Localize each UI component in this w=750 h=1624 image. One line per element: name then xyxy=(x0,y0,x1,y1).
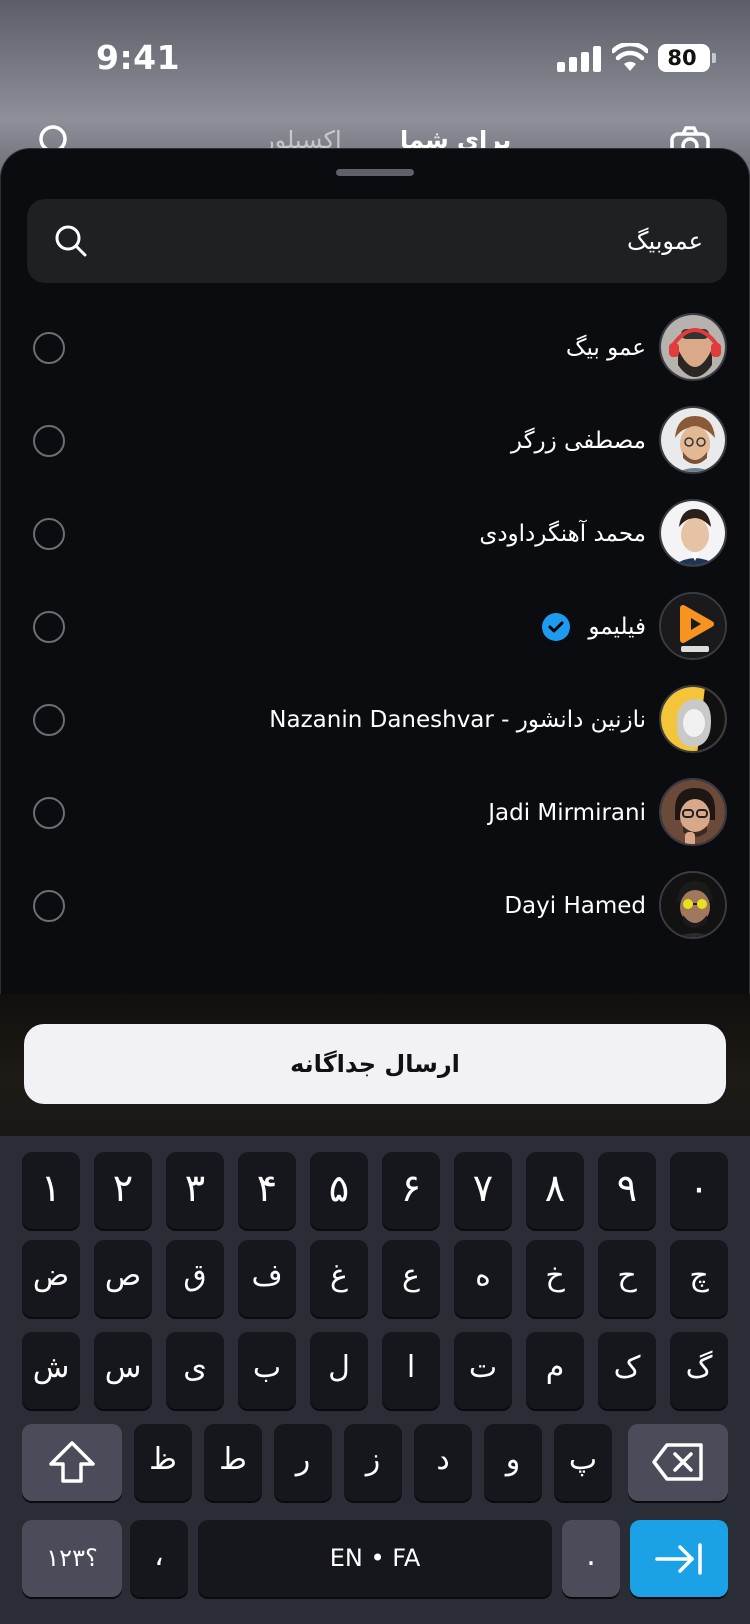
avatar xyxy=(659,313,727,381)
key[interactable]: ح xyxy=(598,1240,656,1317)
key[interactable]: ل xyxy=(310,1332,368,1409)
share-sheet: عموبیگ عمو بیگ مصطفی زرگر محمد آهنگرداود… xyxy=(0,148,750,994)
key[interactable]: ۲ xyxy=(94,1152,152,1229)
wifi-icon xyxy=(612,43,648,71)
key[interactable]: غ xyxy=(310,1240,368,1317)
enter-arrow-icon xyxy=(655,1543,702,1575)
contact-row[interactable]: مصطفی زرگر xyxy=(1,397,750,487)
key[interactable]: پ xyxy=(554,1424,612,1501)
contact-row[interactable]: فیلیمو xyxy=(1,583,750,673)
numbers-key[interactable]: ؟۱۲۳ xyxy=(22,1520,122,1597)
key[interactable]: ک xyxy=(598,1332,656,1409)
contact-row[interactable]: Jadi Mirmirani xyxy=(1,769,750,859)
keyboard: ۱ ۲ ۳ ۴ ۵ ۶ ۷ ۸ ۹ ۰ ض ص ق ف غ ع ه خ ح چ … xyxy=(0,1136,750,1624)
key[interactable]: ۵ xyxy=(310,1152,368,1229)
backspace-key[interactable] xyxy=(628,1424,728,1501)
backspace-icon xyxy=(652,1443,703,1481)
comma-key[interactable]: ، xyxy=(130,1520,188,1597)
verified-badge-icon xyxy=(542,613,570,641)
key[interactable]: ۸ xyxy=(526,1152,584,1229)
contact-row[interactable]: نازنین دانشور - Nazanin Daneshvar xyxy=(1,676,750,766)
search-field[interactable]: عموبیگ xyxy=(27,199,727,283)
key[interactable]: ز xyxy=(344,1424,402,1501)
contact-name: محمد آهنگرداودی xyxy=(479,521,646,547)
select-radio[interactable] xyxy=(33,611,65,643)
key[interactable]: ا xyxy=(382,1332,440,1409)
key[interactable]: ۱ xyxy=(22,1152,80,1229)
period-key[interactable]: . xyxy=(562,1520,620,1597)
key[interactable]: ه xyxy=(454,1240,512,1317)
key[interactable]: خ xyxy=(526,1240,584,1317)
sheet-grabber[interactable] xyxy=(336,169,414,176)
key[interactable]: ط xyxy=(204,1424,262,1501)
key[interactable]: ظ xyxy=(134,1424,192,1501)
select-radio[interactable] xyxy=(33,518,65,550)
search-icon xyxy=(55,225,87,257)
avatar xyxy=(659,685,727,753)
key[interactable]: ۷ xyxy=(454,1152,512,1229)
key[interactable]: و xyxy=(484,1424,542,1501)
key[interactable]: ف xyxy=(238,1240,296,1317)
key[interactable]: ض xyxy=(22,1240,80,1317)
contact-name: نازنین دانشور - Nazanin Daneshvar xyxy=(269,707,646,733)
send-separately-button[interactable]: ارسال جداگانه xyxy=(24,1024,726,1104)
key[interactable]: د xyxy=(414,1424,472,1501)
contact-name: Jadi Mirmirani xyxy=(488,800,646,826)
key[interactable]: ش xyxy=(22,1332,80,1409)
shift-icon xyxy=(49,1441,95,1483)
key[interactable]: س xyxy=(94,1332,152,1409)
key[interactable]: ق xyxy=(166,1240,224,1317)
contact-name: Dayi Hamed xyxy=(504,893,646,919)
battery-level: 80 xyxy=(667,46,697,70)
contact-name: مصطفی زرگر xyxy=(510,428,646,454)
shift-key[interactable] xyxy=(22,1424,122,1501)
key[interactable]: ر xyxy=(274,1424,332,1501)
key[interactable]: ۳ xyxy=(166,1152,224,1229)
key[interactable]: ت xyxy=(454,1332,512,1409)
key[interactable]: ۰ xyxy=(670,1152,728,1229)
contact-name: فیلیمو xyxy=(588,614,646,640)
key[interactable]: ع xyxy=(382,1240,440,1317)
key[interactable]: گ xyxy=(670,1332,728,1409)
key[interactable]: ۶ xyxy=(382,1152,440,1229)
select-radio[interactable] xyxy=(33,797,65,829)
key[interactable]: ۹ xyxy=(598,1152,656,1229)
avatar xyxy=(659,592,727,660)
key[interactable]: ص xyxy=(94,1240,152,1317)
status-time: 9:41 xyxy=(96,38,181,77)
select-radio[interactable] xyxy=(33,704,65,736)
key[interactable]: ب xyxy=(238,1332,296,1409)
key[interactable]: چ xyxy=(670,1240,728,1317)
avatar xyxy=(659,499,727,567)
cellular-signal-icon xyxy=(557,46,601,72)
contact-row[interactable]: عمو بیگ xyxy=(1,304,750,394)
avatar xyxy=(659,406,727,474)
avatar xyxy=(659,871,727,939)
space-key[interactable]: EN • FA xyxy=(198,1520,552,1597)
select-radio[interactable] xyxy=(33,332,65,364)
search-input[interactable]: عموبیگ xyxy=(627,199,703,283)
avatar xyxy=(659,778,727,846)
battery-icon: 80 xyxy=(658,44,716,72)
key[interactable]: م xyxy=(526,1332,584,1409)
key[interactable]: ۴ xyxy=(238,1152,296,1229)
select-radio[interactable] xyxy=(33,890,65,922)
contact-name: عمو بیگ xyxy=(565,335,646,361)
contact-row[interactable]: محمد آهنگرداودی xyxy=(1,490,750,580)
key[interactable]: ی xyxy=(166,1332,224,1409)
status-bar: 9:41 80 xyxy=(0,0,750,110)
enter-key[interactable] xyxy=(630,1520,728,1597)
select-radio[interactable] xyxy=(33,425,65,457)
contact-row[interactable]: Dayi Hamed xyxy=(1,862,750,952)
